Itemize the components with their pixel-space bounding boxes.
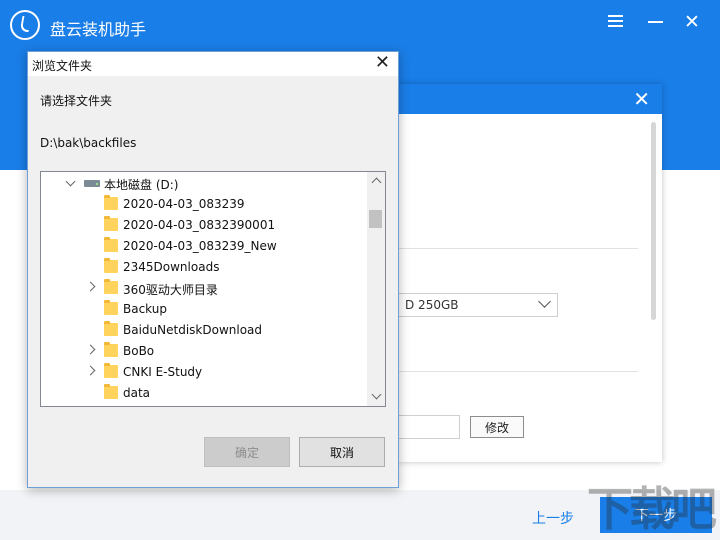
browse-folder-dialog: 浏览文件夹 ✕ 请选择文件夹 D:\bak\backfiles 本地磁盘 (D:… [27, 51, 399, 488]
prev-step-button[interactable]: 上一步 [532, 508, 574, 528]
tree-item-label: 2020-04-03_083239_New [123, 239, 277, 253]
tree-item[interactable]: data [41, 383, 367, 404]
disk-select[interactable]: D 250GB [392, 293, 558, 317]
chevron-down-icon [538, 295, 551, 308]
modify-button[interactable]: 修改 [470, 416, 524, 438]
browse-prompt: 请选择文件夹 [40, 94, 113, 108]
tree-item-label: CNKI E-Study [123, 365, 203, 379]
tree-item[interactable]: CNKI E-Study [41, 362, 367, 383]
divider [398, 371, 638, 372]
menu-icon[interactable] [605, 12, 625, 32]
tree-item-label: 2345Downloads [123, 260, 220, 274]
scroll-thumb[interactable] [369, 210, 382, 228]
disk-select-value: D 250GB [405, 298, 459, 312]
tree-item-label: BoBo [123, 344, 155, 358]
tree-item[interactable]: 2020-04-03_0832390001 [41, 215, 367, 236]
tree-scrollbar[interactable] [367, 172, 385, 406]
settings-dialog: ✕ D 250GB 修改 [392, 84, 662, 462]
folder-icon [104, 195, 118, 210]
folder-icon [104, 258, 118, 273]
tree-item[interactable]: BaiduNetdiskDownload [41, 320, 367, 341]
chevron-right-icon[interactable] [85, 281, 96, 292]
scroll-up-icon[interactable] [367, 172, 385, 190]
browse-dialog-titlebar: 浏览文件夹 ✕ [28, 52, 398, 76]
tree-item-label: 2020-04-03_083239 [123, 197, 245, 211]
watermark: 下载吧 [587, 482, 717, 536]
browse-dialog-title: 浏览文件夹 [32, 59, 93, 73]
tree-item-label: 2020-04-03_0832390001 [123, 218, 276, 232]
folder-tree[interactable]: 本地磁盘 (D:) 2020-04-03_083239 2020-04-03_083… [40, 171, 386, 407]
folder-icon [104, 342, 118, 357]
tree-item[interactable]: 2020-04-03_083239_New [41, 236, 367, 257]
chevron-right-icon[interactable] [85, 344, 96, 355]
browse-dialog-close-icon[interactable]: ✕ [375, 53, 390, 73]
settings-dialog-header: ✕ [398, 84, 662, 114]
settings-dialog-scrollbar[interactable] [651, 122, 656, 320]
drive-icon [84, 180, 100, 187]
chevron-right-icon[interactable] [85, 365, 96, 376]
app-title: 盘云装机助手 [50, 20, 147, 39]
path-input[interactable] [392, 415, 460, 439]
tree-item[interactable]: Backup [41, 299, 367, 320]
folder-icon [104, 363, 118, 378]
tree-item-label: data [123, 386, 151, 400]
selected-path: D:\bak\backfiles [40, 136, 137, 150]
scroll-down-icon[interactable] [367, 388, 385, 406]
tree-item[interactable]: BoBo [41, 341, 367, 362]
settings-dialog-close-icon[interactable]: ✕ [633, 88, 650, 110]
folder-icon [104, 321, 118, 336]
folder-icon [104, 216, 118, 231]
folder-icon [104, 279, 118, 294]
close-icon[interactable]: ✕ [682, 12, 702, 32]
cancel-button[interactable]: 取消 [299, 437, 385, 467]
folder-icon [104, 237, 118, 252]
app-logo-icon [10, 10, 40, 40]
chevron-down-icon[interactable] [65, 176, 76, 187]
tree-item[interactable]: 2345Downloads [41, 257, 367, 278]
ok-button[interactable]: 确定 [204, 437, 290, 467]
tree-item[interactable]: 2020-04-03_083239 [41, 194, 367, 215]
tree-item[interactable]: 本地磁盘 (D:) [41, 173, 367, 194]
folder-icon [104, 384, 118, 399]
tree-item[interactable]: 360驱动大师目录 [41, 278, 367, 299]
tree-item-label: 360驱动大师目录 [123, 283, 218, 297]
minimize-icon[interactable] [645, 12, 665, 32]
tree-item-label: 本地磁盘 (D:) [104, 178, 179, 192]
tree-item-label: BaiduNetdiskDownload [123, 323, 263, 337]
folder-icon [104, 300, 118, 315]
divider [398, 248, 638, 249]
tree-item-label: Backup [123, 302, 167, 316]
